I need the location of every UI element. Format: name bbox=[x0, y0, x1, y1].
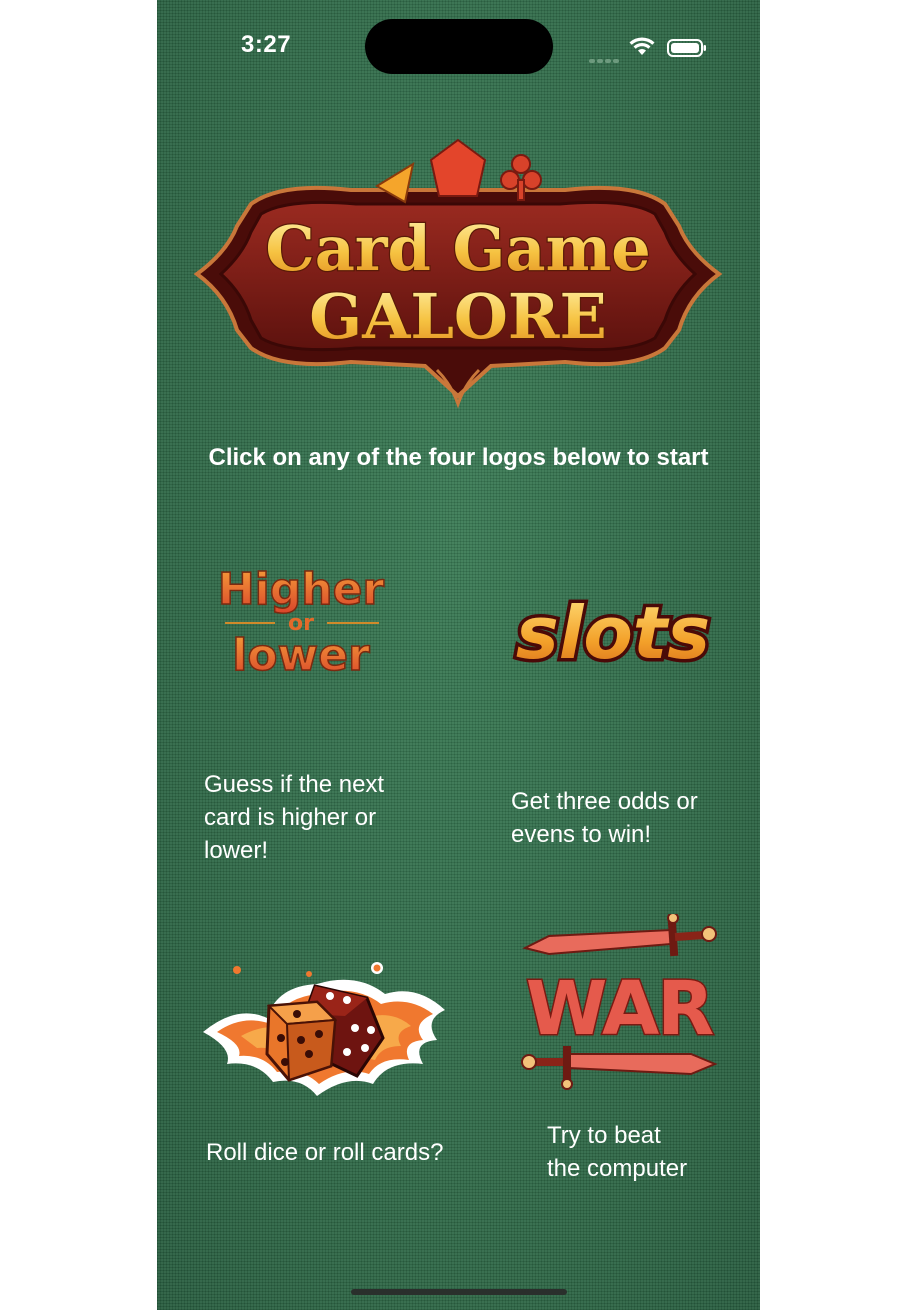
slots-caption: Get three odds or evens to win! bbox=[511, 788, 698, 848]
dice-caption: Roll dice or roll cards? bbox=[206, 1139, 444, 1166]
higher-or-lower-caption: Guess if the next card is higher or lowe… bbox=[204, 771, 385, 864]
logo-line-2: GALORE bbox=[309, 280, 606, 353]
svg-text:slots: slots bbox=[516, 591, 710, 675]
logo-line-1: Card Game bbox=[265, 212, 650, 285]
cellular-icon bbox=[589, 50, 621, 68]
status-icons bbox=[589, 35, 709, 63]
battery-icon bbox=[667, 39, 706, 57]
war-caption: Try to beat the computer bbox=[547, 1122, 688, 1182]
svg-text:WAR: WAR bbox=[526, 966, 714, 1052]
dynamic-island bbox=[365, 19, 553, 74]
wifi-icon bbox=[629, 37, 655, 55]
sword-icon bbox=[522, 912, 717, 957]
slots-button[interactable]: slots bbox=[497, 588, 729, 679]
svg-text:Higher: Higher bbox=[218, 564, 385, 615]
war-logo: WAR bbox=[521, 912, 718, 1090]
orange-die-icon bbox=[265, 1000, 338, 1082]
svg-text:lower: lower bbox=[232, 630, 370, 681]
higher-or-lower-logo: Higher or lower bbox=[217, 563, 385, 682]
diamond-gem-icon bbox=[429, 138, 487, 197]
sword-icon bbox=[521, 1046, 718, 1090]
war-button[interactable]: WAR bbox=[509, 912, 731, 1092]
app-screen: 3:27 Card Game GALORE Click on any of th… bbox=[157, 0, 760, 1310]
slots-logo: slots bbox=[512, 588, 713, 679]
status-time: 3:27 bbox=[241, 31, 292, 58]
higher-or-lower-button[interactable]: Higher or lower bbox=[213, 556, 389, 684]
flaming-dice-logo bbox=[203, 962, 445, 1096]
home-indicator[interactable] bbox=[351, 1289, 567, 1295]
card-game-galore-logo: Card Game GALORE bbox=[193, 138, 723, 409]
dice-button[interactable] bbox=[197, 956, 449, 1106]
instruction-text: Click on any of the four logos below to … bbox=[208, 444, 709, 471]
